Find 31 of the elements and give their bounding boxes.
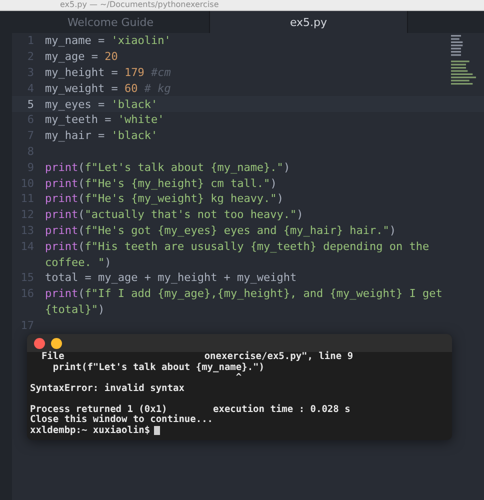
code-text: total = my_age + my_height + my_weight <box>45 271 297 284</box>
code-text: my_age = 20 <box>45 50 118 64</box>
code-text: my_name = 'xiaolin' <box>45 34 171 48</box>
code-text: print(f"His teeth are ususally {my_teeth} depending on the <box>45 240 430 253</box>
terminal-line: print(f"Let's talk about {my_name}.") <box>52 362 264 373</box>
terminal-line: SyntaxError: invalid syntax <box>30 384 184 394</box>
code-text: my_eyes = 'black' <box>45 98 158 111</box>
code-text: {total}") <box>45 302 105 316</box>
terminal-line: ^ <box>236 373 242 384</box>
editor-tab[interactable]: ex5.py <box>210 11 408 33</box>
code-text: my_hair = 'black' <box>45 129 158 142</box>
window-title: ex5.py — ~/Documents/pythonexercise <box>60 0 219 9</box>
code-text: print(f"Let's talk about {my_name}.") <box>45 160 290 174</box>
terminal-line: Close this window to continue... <box>30 415 214 425</box>
terminal-line: File <box>40 352 64 362</box>
code-text: my_teeth = 'white' <box>45 113 164 126</box>
cursor-icon <box>154 426 160 434</box>
terminal-line: onexercise/ex5.py", line 9 <box>204 352 354 362</box>
code-text: my_height = 179 #cm <box>45 66 171 79</box>
code-text: print(f"He's {my_height} cm tall.") <box>45 176 277 190</box>
code-text: print(f"He's got {my_eyes} eyes and {my_hair} hair.") <box>45 224 396 237</box>
terminal-line: Process returned 1 (0x1) execution time : 0.028 s <box>30 404 350 414</box>
close-icon[interactable] <box>34 338 45 348</box>
code-text: print("actually that's not too heavy.") <box>45 208 304 222</box>
code-text: my_weight = 60 # kg <box>45 82 171 95</box>
minimize-icon[interactable] <box>51 338 62 348</box>
code-text: print(f"He's {my_weight} kg heavy.") <box>45 192 284 206</box>
line-number: 5 <box>26 98 35 111</box>
code-text: print(f"If I add {my_age},{my_height}, and {my_weight} I get <box>45 287 442 300</box>
terminal-prompt: xxldembp:~ xuxiaolin$ <box>30 426 150 436</box>
code-text: coffee. ") <box>45 256 112 269</box>
